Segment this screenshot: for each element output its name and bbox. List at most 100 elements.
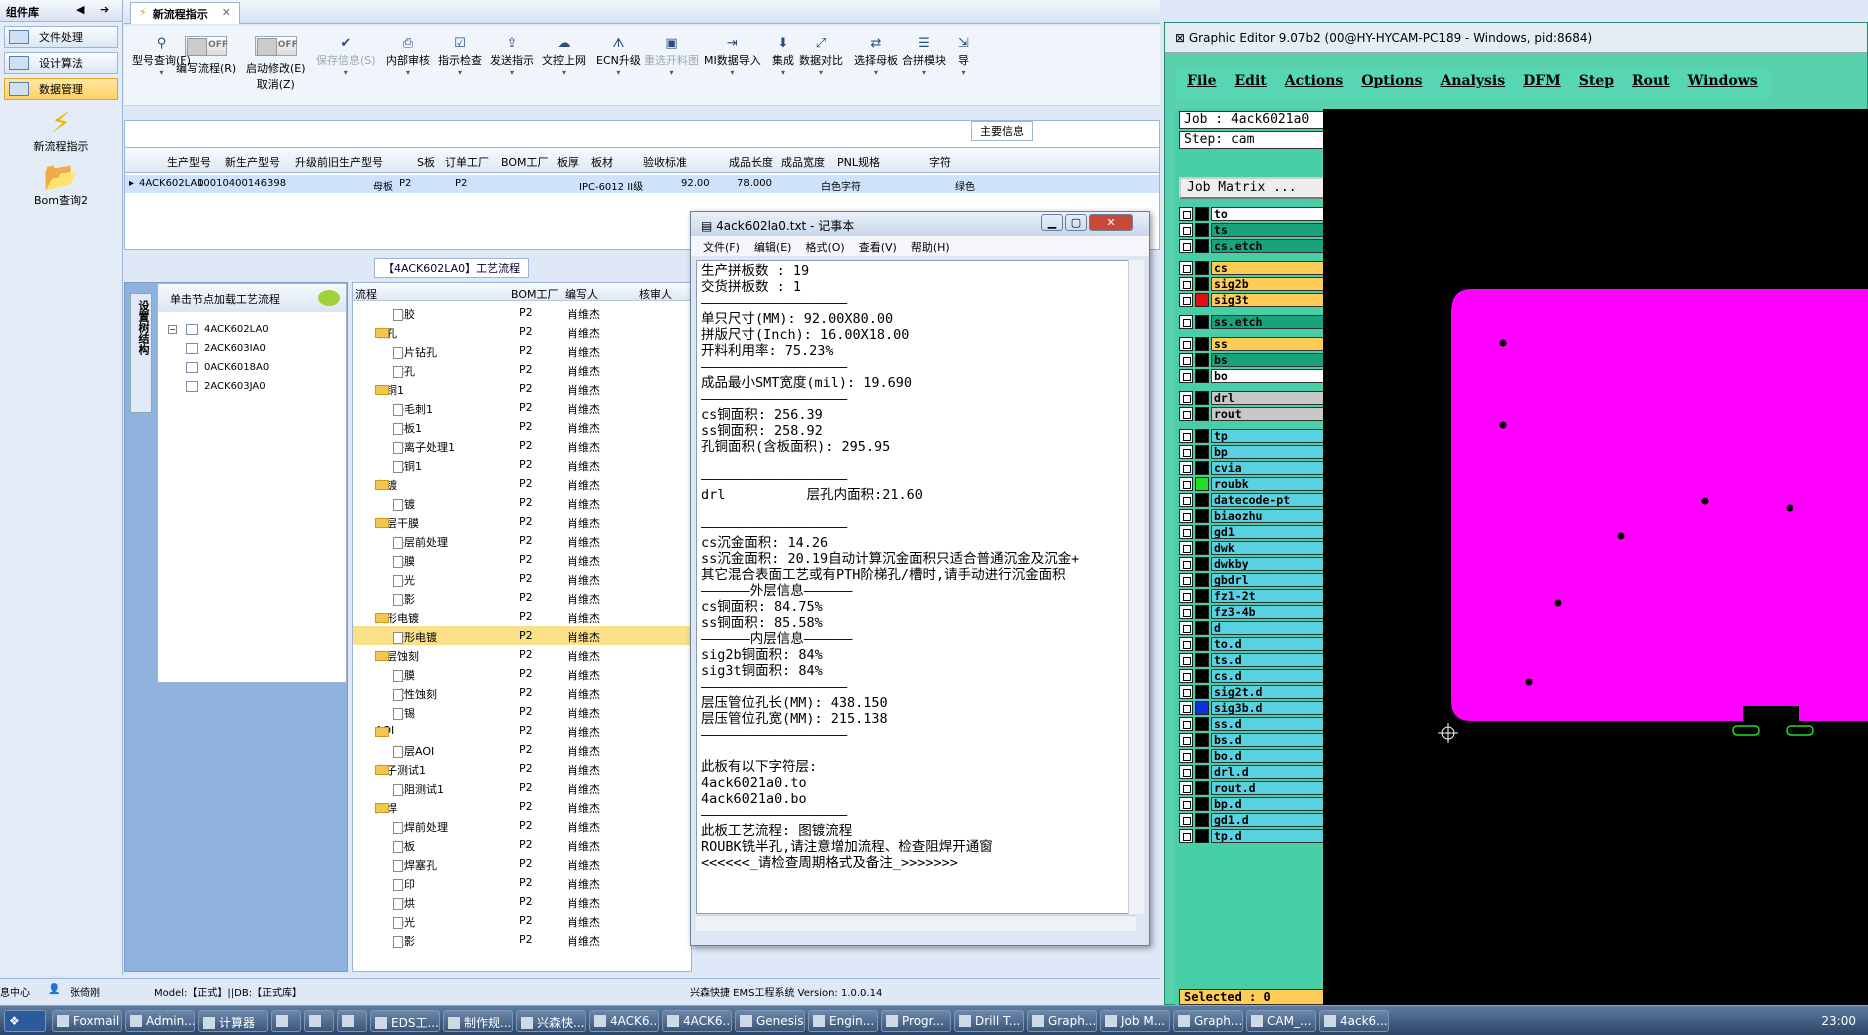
flow-row[interactable]: 退膜 P2 肖维杰: [353, 664, 691, 683]
dropdown-arrow-icon[interactable]: ▾: [316, 68, 376, 77]
toolbar-button-8[interactable]: ᗑ ECN升级 ▾: [596, 36, 641, 77]
layer-color-swatch[interactable]: [1195, 239, 1209, 253]
toolbar-button-7[interactable]: ☁ 文控上网 ▾: [542, 36, 586, 77]
ge-menu-item[interactable]: Step: [1579, 73, 1614, 95]
flow-row[interactable]: −电子测试1 P2 肖维杰: [353, 759, 691, 778]
layer-color-swatch[interactable]: [1195, 717, 1209, 731]
flow-row[interactable]: −AOI P2 肖维杰: [353, 721, 691, 740]
column-header[interactable]: 字符: [929, 154, 951, 170]
taskbar-item[interactable]: Genesis: [735, 1010, 805, 1032]
dropdown-arrow-icon[interactable]: ▾: [644, 68, 699, 77]
job-matrix-button[interactable]: Job Matrix ...: [1179, 177, 1325, 199]
layer-checkbox[interactable]: [1179, 589, 1193, 603]
layer-row[interactable]: gd1.d: [1179, 813, 1325, 827]
taskbar-item[interactable]: [337, 1010, 367, 1032]
layer-row[interactable]: bs.d: [1179, 733, 1325, 747]
taskbar-item[interactable]: 制作规...: [443, 1010, 513, 1032]
layer-color-swatch[interactable]: [1195, 813, 1209, 827]
layer-row[interactable]: cvia: [1179, 461, 1325, 475]
layer-color-swatch[interactable]: [1195, 337, 1209, 351]
flow-row[interactable]: 去毛刺1 P2 肖维杰: [353, 398, 691, 417]
layer-color-swatch[interactable]: [1195, 781, 1209, 795]
collapse-left-icon[interactable]: ◀: [76, 3, 84, 16]
layer-color-swatch[interactable]: [1195, 829, 1209, 843]
toolbar-button-12[interactable]: ⤢ 数据对比 ▾: [799, 36, 843, 77]
toolbar-button-13[interactable]: ⇄ 选择母板 ▾: [854, 36, 898, 77]
layer-color-swatch[interactable]: [1195, 445, 1209, 459]
layer-checkbox[interactable]: [1179, 669, 1193, 683]
column-header[interactable]: 新生产型号: [225, 154, 280, 170]
layer-checkbox[interactable]: [1179, 781, 1193, 795]
taskbar-item[interactable]: EDS工...: [370, 1010, 440, 1032]
layer-color-swatch[interactable]: [1195, 749, 1209, 763]
layer-row[interactable]: sig2b: [1179, 277, 1325, 291]
flow-row[interactable]: 钻孔 P2 肖维杰: [353, 360, 691, 379]
flow-row[interactable]: 沉铜1 P2 肖维杰: [353, 455, 691, 474]
layer-row[interactable]: bo.d: [1179, 749, 1325, 763]
layer-checkbox[interactable]: [1179, 525, 1193, 539]
table-row[interactable]: ▸ 4ACK602LA0 10010400146398 母板 P2 P2 IPC-6012 …: [125, 175, 1159, 193]
column-header[interactable]: 核审人: [639, 286, 672, 302]
layer-row[interactable]: cs: [1179, 261, 1325, 275]
layer-row[interactable]: to.d: [1179, 637, 1325, 651]
tree-node[interactable]: 0ACK6018A0: [186, 362, 269, 373]
dropdown-arrow-icon[interactable]: ▾: [958, 68, 969, 77]
column-header[interactable]: BOM工厂: [501, 154, 549, 170]
layer-row[interactable]: sig2t.d: [1179, 685, 1325, 699]
layer-row[interactable]: dwkby: [1179, 557, 1325, 571]
nav-item-1[interactable]: 设计算法: [4, 52, 118, 74]
flow-row[interactable]: 碱性蚀刻 P2 肖维杰: [353, 683, 691, 702]
layer-checkbox[interactable]: [1179, 369, 1193, 383]
column-header[interactable]: 升级前旧生产型号: [295, 154, 383, 170]
column-header[interactable]: 成品宽度: [781, 154, 825, 170]
tree-node[interactable]: − 4ACK602LA0: [168, 324, 269, 335]
layer-row[interactable]: to: [1179, 207, 1325, 221]
flow-row[interactable]: 曝光 P2 肖维杰: [353, 911, 691, 930]
layer-row[interactable]: bp: [1179, 445, 1325, 459]
dropdown-arrow-icon[interactable]: ▾: [490, 68, 534, 77]
layer-row[interactable]: ts: [1179, 223, 1325, 237]
layer-row[interactable]: tp.d: [1179, 829, 1325, 843]
column-header[interactable]: 流程: [355, 286, 377, 302]
layer-color-swatch[interactable]: [1195, 261, 1209, 275]
ge-menu-item[interactable]: File: [1187, 73, 1216, 95]
column-header[interactable]: BOM工厂: [511, 286, 559, 302]
layer-checkbox[interactable]: [1179, 829, 1193, 843]
flow-row[interactable]: 显影 P2 肖维杰: [353, 930, 691, 949]
layer-row[interactable]: biaozhu: [1179, 509, 1325, 523]
layer-checkbox[interactable]: [1179, 353, 1193, 367]
layer-checkbox[interactable]: [1179, 573, 1193, 587]
layer-row[interactable]: rout.d: [1179, 781, 1325, 795]
flow-row[interactable]: 低阻测试1 P2 肖维杰: [353, 778, 691, 797]
column-header[interactable]: 订单工厂: [445, 154, 489, 170]
layer-row[interactable]: ts.d: [1179, 653, 1325, 667]
tool-0[interactable]: ⚡ 新流程指示: [0, 108, 122, 154]
close-button[interactable]: ✕: [1089, 214, 1133, 231]
toolbar-button-9[interactable]: ▣ 重选开料图 ▾: [644, 36, 699, 77]
layer-color-swatch[interactable]: [1195, 493, 1209, 507]
column-header[interactable]: S板: [417, 154, 435, 170]
column-header[interactable]: 板厚: [557, 154, 579, 170]
column-header[interactable]: 板材: [591, 154, 613, 170]
layer-checkbox[interactable]: [1179, 461, 1193, 475]
table-cell[interactable]: IPC-6012 II级: [579, 178, 643, 193]
layer-row[interactable]: d: [1179, 621, 1325, 635]
checkbox[interactable]: [186, 324, 198, 335]
taskbar-item[interactable]: Drill T...: [954, 1010, 1024, 1032]
ge-menu-item[interactable]: Actions: [1285, 73, 1344, 95]
table-cell[interactable]: 白色字符: [821, 178, 861, 193]
taskbar-item[interactable]: [271, 1010, 301, 1032]
layer-checkbox[interactable]: [1179, 391, 1193, 405]
toolbar-button-4[interactable]: ⎙ 内部审核 ▾: [386, 36, 430, 77]
layer-color-swatch[interactable]: [1195, 509, 1209, 523]
taskbar-item[interactable]: Admin...: [125, 1010, 195, 1032]
flow-row[interactable]: 图形电镀 P2 肖维杰: [353, 626, 691, 645]
layer-row[interactable]: bo: [1179, 369, 1325, 383]
ge-menu-item[interactable]: Windows: [1688, 73, 1758, 95]
toolbar-button-11[interactable]: ⬇ 集成 ▾: [772, 36, 794, 77]
flow-row[interactable]: 退锡 P2 肖维杰: [353, 702, 691, 721]
dropdown-arrow-icon[interactable]: ▾: [772, 68, 794, 77]
nav-item-2[interactable]: 数据管理: [4, 78, 118, 100]
nav-item-0[interactable]: 文件处理: [4, 26, 118, 48]
layer-color-swatch[interactable]: [1195, 293, 1209, 307]
